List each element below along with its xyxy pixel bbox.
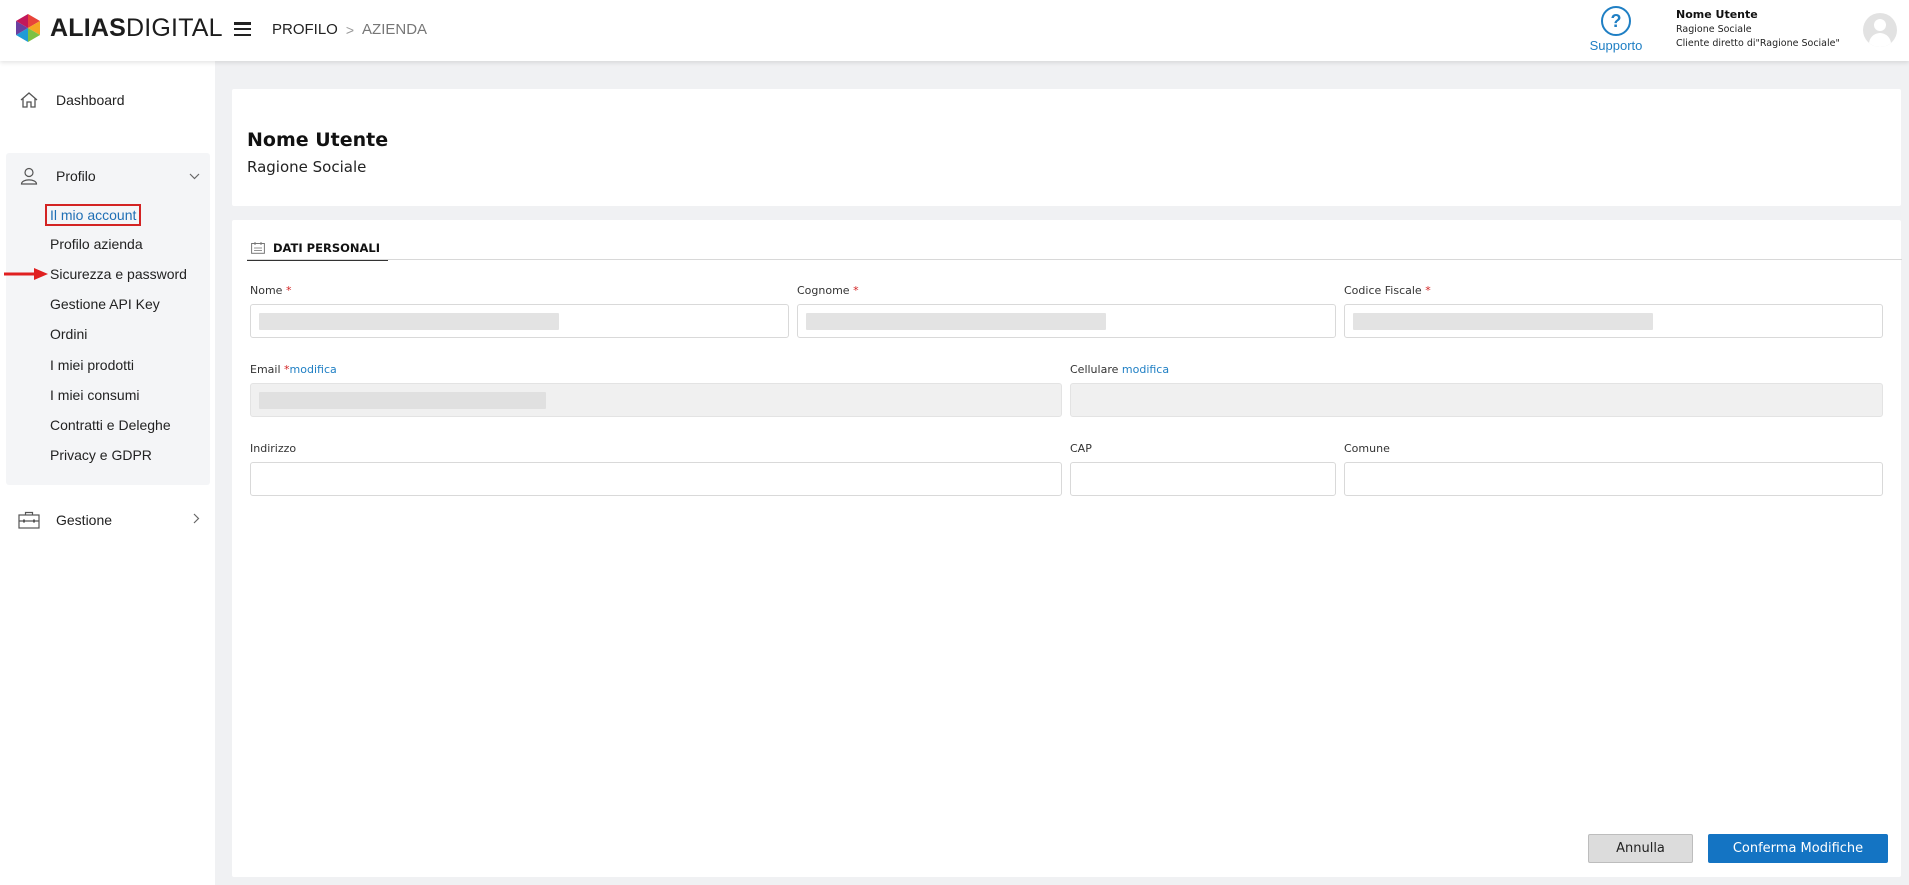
- user-client-line: Cliente diretto di"Ragione Sociale": [1676, 38, 1840, 49]
- user-avatar-icon[interactable]: [1863, 13, 1897, 47]
- comune-input[interactable]: [1344, 462, 1883, 496]
- tab-label: DATI PERSONALI: [273, 241, 381, 255]
- support-button[interactable]: ? Supporto: [1582, 6, 1650, 53]
- breadcrumb: PROFILO > AZIENDA: [272, 21, 427, 38]
- personal-data-card: DATI PERSONALI Nome * Cognome * Codice F…: [232, 220, 1902, 877]
- email-label: Email *modifica: [250, 363, 337, 376]
- breadcrumb-profilo[interactable]: PROFILO: [272, 21, 338, 38]
- email-modifica-link[interactable]: modifica: [290, 363, 337, 376]
- cellulare-modifica-link[interactable]: modifica: [1122, 363, 1169, 376]
- cancel-button[interactable]: Annulla: [1588, 834, 1693, 863]
- profile-header-card: Nome Utente Ragione Sociale: [232, 89, 1901, 206]
- sidebar-subitem-i-miei-prodotti[interactable]: I miei prodotti: [50, 357, 134, 373]
- page-subtitle: Ragione Sociale: [247, 158, 367, 176]
- redacted-value: [1353, 313, 1653, 330]
- email-field: [250, 383, 1062, 417]
- user-icon: [18, 165, 40, 187]
- top-bar: ALIASDIGITAL PROFILO > AZIENDA ? Support…: [0, 0, 1909, 61]
- chevron-right-icon: [193, 513, 200, 527]
- sidebar-subitem-i-miei-consumi[interactable]: I miei consumi: [50, 387, 139, 403]
- user-company: Ragione Sociale: [1676, 24, 1752, 35]
- alias-digital-logo-icon: [16, 14, 40, 42]
- indirizzo-input[interactable]: [250, 462, 1062, 496]
- sidebar-subitem-contratti-deleghe[interactable]: Contratti e Deleghe: [50, 417, 171, 433]
- home-icon: [18, 89, 40, 111]
- sidebar-item-profilo[interactable]: Profilo: [6, 161, 210, 191]
- tab-dati-personali[interactable]: DATI PERSONALI: [247, 237, 389, 261]
- id-card-icon: [251, 242, 265, 254]
- sidebar-subitem-il-mio-account[interactable]: Il mio account: [45, 204, 142, 226]
- cellulare-field: [1070, 383, 1883, 417]
- breadcrumb-azienda[interactable]: AZIENDA: [362, 21, 427, 38]
- indirizzo-label: Indirizzo: [250, 442, 297, 455]
- tab-divider: [247, 259, 1902, 260]
- hamburger-menu-icon[interactable]: [234, 22, 251, 36]
- codice-fiscale-label: Codice Fiscale *: [1344, 284, 1431, 297]
- chevron-down-icon: [189, 169, 200, 183]
- sidebar-group-profilo: [6, 153, 210, 485]
- red-arrow-icon: [4, 268, 48, 280]
- sidebar-item-dashboard[interactable]: Dashboard: [6, 85, 210, 115]
- briefcase-icon: [18, 509, 40, 531]
- question-circle-icon: ?: [1601, 6, 1631, 36]
- cellulare-label: Cellulare modifica: [1070, 363, 1170, 376]
- breadcrumb-separator-icon: >: [345, 21, 355, 38]
- brand-name: ALIASDIGITAL: [50, 13, 223, 42]
- sidebar-item-label: Gestione: [56, 512, 113, 528]
- comune-label: Comune: [1344, 442, 1390, 455]
- brand-logo[interactable]: ALIASDIGITAL: [12, 12, 223, 44]
- user-name: Nome Utente: [1676, 8, 1758, 21]
- sidebar-subitem-sicurezza-password[interactable]: Sicurezza e password: [50, 266, 187, 282]
- sidebar-subitem-privacy-gdpr[interactable]: Privacy e GDPR: [50, 447, 152, 463]
- sidebar-item-gestione[interactable]: Gestione: [6, 505, 210, 535]
- page-title: Nome Utente: [247, 129, 389, 151]
- sidebar-item-label: Profilo: [56, 168, 96, 184]
- cap-label: CAP: [1070, 442, 1092, 455]
- sidebar-subitem-gestione-api-key[interactable]: Gestione API Key: [50, 296, 160, 312]
- sidebar-subitem-ordini[interactable]: Ordini: [50, 326, 87, 342]
- nome-label: Nome *: [250, 284, 292, 297]
- user-info[interactable]: Nome Utente Ragione Sociale Cliente dire…: [1676, 8, 1840, 49]
- support-label: Supporto: [1589, 38, 1643, 53]
- sidebar-subitem-profilo-azienda[interactable]: Profilo azienda: [50, 236, 143, 252]
- redacted-value: [259, 313, 559, 330]
- sidebar-item-label: Dashboard: [56, 92, 125, 108]
- cognome-input[interactable]: [797, 304, 1336, 338]
- redacted-value: [259, 392, 546, 409]
- cap-input[interactable]: [1070, 462, 1336, 496]
- sidebar: Dashboard Profilo Il mio account Profilo…: [0, 61, 215, 885]
- codice-fiscale-input[interactable]: [1344, 304, 1883, 338]
- confirm-changes-button[interactable]: Conferma Modifiche: [1708, 834, 1888, 863]
- cognome-label: Cognome *: [797, 284, 859, 297]
- nome-input[interactable]: [250, 304, 789, 338]
- redacted-value: [806, 313, 1106, 330]
